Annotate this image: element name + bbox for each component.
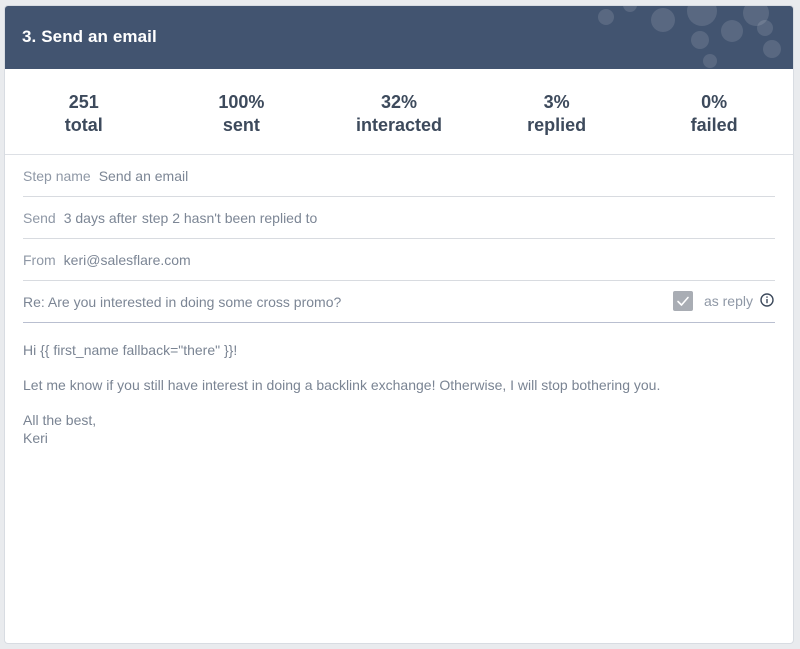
- stat-value: 100%: [218, 92, 265, 112]
- from-label: From: [23, 251, 56, 268]
- info-icon[interactable]: [760, 293, 774, 307]
- stat-label: replied: [527, 115, 587, 135]
- stat-label: sent: [222, 115, 260, 135]
- subject-input[interactable]: Re: Are you interested in doing some cro…: [23, 294, 341, 310]
- stat-value: 3%: [543, 92, 570, 112]
- check-icon: [677, 296, 689, 306]
- as-reply-checkbox[interactable]: [673, 291, 693, 311]
- stat-label: interacted: [355, 115, 442, 135]
- email-greeting: Hi {{ first_name fallback="there" }}!: [23, 342, 238, 358]
- from-value[interactable]: keri@salesflare.com: [64, 252, 191, 268]
- stat-replied: 3% replied: [478, 69, 636, 154]
- from-field[interactable]: From keri@salesflare.com: [23, 239, 775, 281]
- step-name-label: Step name: [23, 167, 91, 184]
- step-title: 3. Send an email: [22, 27, 157, 46]
- stat-value: 32%: [380, 92, 417, 112]
- send-timing-field[interactable]: Send 3 days after step 2 hasn't been rep…: [23, 197, 775, 239]
- step-header: 3. Send an email: [5, 6, 793, 69]
- step-name-value[interactable]: Send an email: [99, 168, 189, 184]
- stat-sent: 100% sent: [163, 69, 321, 154]
- send-condition-select[interactable]: step 2 hasn't been replied to: [142, 210, 317, 226]
- step-name-field[interactable]: Step name Send an email: [23, 155, 775, 197]
- header-decoration: [593, 6, 793, 69]
- email-step-card: 3. Send an email 251 total 100% sent 32%…: [5, 6, 793, 643]
- stat-value: 251: [68, 92, 99, 112]
- email-paragraph: Let me know if you still have interest i…: [23, 377, 661, 393]
- stat-value: 0%: [701, 92, 728, 112]
- stat-total: 251 total: [5, 69, 163, 154]
- stats-bar: 251 total 100% sent 32% interacted 3% re…: [5, 69, 793, 155]
- email-signoff: All the best,: [23, 412, 97, 428]
- email-signature: Keri: [23, 430, 48, 446]
- stat-failed: 0% failed: [635, 69, 793, 154]
- email-body-editor[interactable]: Hi {{ first_name fallback="there" }}! Le…: [23, 323, 775, 447]
- as-reply-label: as reply: [703, 293, 753, 309]
- stat-label: failed: [690, 115, 738, 135]
- stat-interacted: 32% interacted: [320, 69, 478, 154]
- stat-label: total: [64, 115, 103, 135]
- send-label: Send: [23, 209, 56, 226]
- send-delay-select[interactable]: 3 days after: [64, 210, 137, 226]
- subject-field[interactable]: Re: Are you interested in doing some cro…: [23, 281, 775, 323]
